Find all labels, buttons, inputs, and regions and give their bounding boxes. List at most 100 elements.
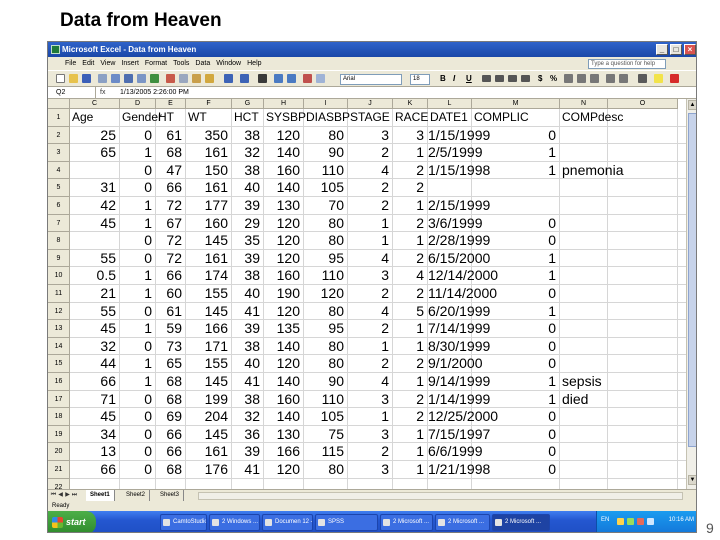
align-left-icon[interactable]: [482, 75, 491, 82]
name-box[interactable]: Q2: [48, 87, 96, 98]
row-header[interactable]: 12: [48, 302, 70, 321]
menu-edit[interactable]: Edit: [79, 57, 97, 70]
data-cell[interactable]: 1: [472, 268, 556, 284]
decrease-indent-icon[interactable]: [606, 74, 615, 83]
maximize-button[interactable]: □: [670, 44, 682, 55]
data-cell[interactable]: 140: [264, 180, 300, 196]
data-cell[interactable]: 120: [264, 233, 300, 249]
data-cell[interactable]: 2: [348, 356, 389, 372]
data-cell[interactable]: 2: [393, 391, 424, 408]
data-cell[interactable]: 160: [186, 215, 228, 232]
data-cell[interactable]: 66: [70, 373, 116, 390]
tray-security-icon[interactable]: [637, 518, 644, 525]
data-cell[interactable]: 65: [70, 145, 116, 161]
data-cell[interactable]: 1: [472, 391, 556, 408]
column-header-k[interactable]: K: [393, 99, 428, 109]
data-cell[interactable]: 0: [120, 127, 152, 144]
close-button[interactable]: ×: [684, 44, 696, 55]
horizontal-scrollbar[interactable]: [198, 492, 683, 500]
data-cell[interactable]: 55: [70, 303, 116, 320]
row-header[interactable]: 15: [48, 355, 70, 373]
data-cell[interactable]: 1: [120, 197, 152, 214]
data-cell[interactable]: 6/15/2000: [428, 250, 490, 267]
data-cell[interactable]: 11/14/2000: [428, 285, 497, 302]
data-cell[interactable]: 0: [120, 461, 152, 478]
column-header-n[interactable]: N: [560, 99, 608, 109]
data-cell[interactable]: 68: [156, 461, 182, 478]
sort-ascending-icon[interactable]: [274, 74, 283, 83]
data-cell[interactable]: 38: [232, 391, 260, 408]
scroll-up-icon[interactable]: ▲: [688, 100, 696, 110]
data-cell[interactable]: 177: [186, 197, 228, 214]
data-cell[interactable]: 1: [348, 233, 389, 249]
menu-data[interactable]: Data: [192, 57, 213, 70]
data-cell[interactable]: 4: [348, 303, 389, 320]
redo-icon[interactable]: [240, 74, 249, 83]
data-cell[interactable]: 9/14/1999: [428, 373, 490, 390]
row-header[interactable]: 18: [48, 408, 70, 426]
data-cell[interactable]: 38: [232, 268, 260, 284]
data-cell[interactable]: 2: [393, 409, 424, 425]
data-cell[interactable]: 45: [70, 215, 116, 232]
data-cell[interactable]: 2: [393, 285, 424, 302]
data-cell[interactable]: 350: [186, 127, 228, 144]
data-cell[interactable]: 39: [232, 197, 260, 214]
data-cell[interactable]: 13: [70, 444, 116, 460]
data-cell[interactable]: 1: [120, 321, 152, 337]
menu-insert[interactable]: Insert: [118, 57, 142, 70]
data-cell[interactable]: 40: [232, 356, 260, 372]
format-painter-icon[interactable]: [205, 74, 214, 83]
open-icon[interactable]: [69, 74, 78, 83]
align-right-icon[interactable]: [508, 75, 517, 82]
data-cell[interactable]: 32: [232, 409, 260, 425]
row-header[interactable]: 19: [48, 425, 70, 444]
data-cell[interactable]: 6/6/1999: [428, 444, 483, 460]
data-cell[interactable]: 1/15/1999: [428, 127, 490, 144]
data-cell[interactable]: 0.5: [70, 268, 116, 284]
data-cell[interactable]: 120: [264, 250, 300, 267]
data-cell[interactable]: 66: [156, 426, 182, 443]
data-cell[interactable]: 38: [232, 127, 260, 144]
email-icon[interactable]: [111, 74, 120, 83]
taskbar-task-button[interactable]: 2 Windows ...: [209, 514, 260, 531]
data-cell[interactable]: 4: [393, 268, 424, 284]
data-cell[interactable]: 41: [232, 303, 260, 320]
row-header[interactable]: 17: [48, 390, 70, 409]
data-cell[interactable]: 174: [186, 268, 228, 284]
row-header[interactable]: 13: [48, 320, 70, 338]
undo-icon[interactable]: [224, 74, 233, 83]
data-cell[interactable]: 61: [156, 303, 182, 320]
data-cell[interactable]: 1: [120, 268, 152, 284]
data-cell[interactable]: 105: [304, 409, 344, 425]
next-sheet-icon[interactable]: ▶: [64, 490, 71, 501]
data-cell[interactable]: 3: [348, 461, 389, 478]
data-cell[interactable]: 120: [264, 356, 300, 372]
row-header[interactable]: 20: [48, 443, 70, 461]
data-cell[interactable]: 120: [264, 461, 300, 478]
data-cell[interactable]: 2: [348, 444, 389, 460]
data-cell[interactable]: 47: [156, 162, 182, 179]
data-cell[interactable]: 70: [304, 197, 344, 214]
data-cell[interactable]: 1: [120, 285, 152, 302]
menu-view[interactable]: View: [97, 57, 118, 70]
data-cell[interactable]: 0: [120, 162, 152, 179]
data-cell[interactable]: 110: [304, 268, 344, 284]
data-cell[interactable]: 4: [348, 250, 389, 267]
taskbar-task-button[interactable]: 2 Microsoft ...: [380, 514, 433, 531]
data-cell[interactable]: 2: [393, 215, 424, 232]
data-cell[interactable]: 68: [156, 145, 182, 161]
minimize-button[interactable]: _: [656, 44, 668, 55]
column-title-cell[interactable]: Age: [72, 110, 93, 126]
sheet-tab-3[interactable]: Sheet3: [156, 490, 185, 501]
data-cell[interactable]: 166: [264, 444, 300, 460]
row-header[interactable]: 1: [48, 109, 70, 127]
column-header-f[interactable]: F: [186, 99, 232, 109]
data-cell[interactable]: 1: [472, 373, 556, 390]
taskbar-task-button[interactable]: Documen 12 - ...: [262, 514, 313, 531]
data-cell[interactable]: 0: [120, 303, 152, 320]
data-cell[interactable]: 80: [304, 338, 344, 355]
data-cell[interactable]: 1: [393, 197, 424, 214]
start-button[interactable]: start: [48, 511, 96, 532]
data-cell[interactable]: 155: [186, 356, 228, 372]
data-cell[interactable]: 71: [70, 391, 116, 408]
